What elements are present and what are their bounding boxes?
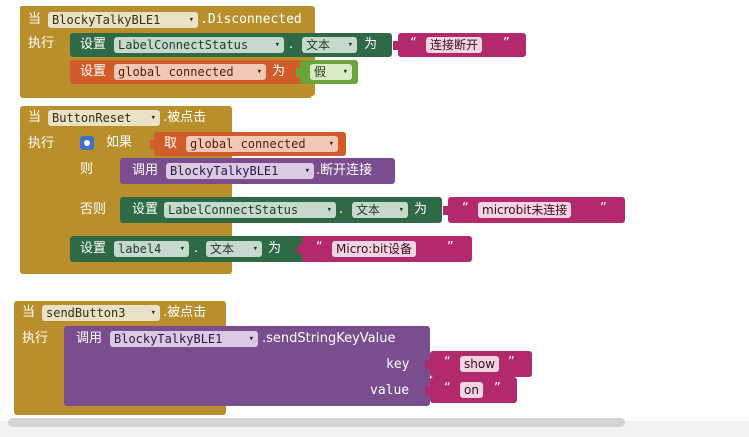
call-keyword: 调用 (76, 331, 103, 346)
if-keyword: 如果 (106, 135, 133, 150)
dot-separator: . (339, 202, 344, 217)
dropdown-value: BlockyTalkyBLE1 (170, 164, 279, 178)
dropdown-value: LabelConnectStatus (118, 38, 249, 52)
component-dropdown-sendbutton3[interactable]: sendButton3 ▾ (42, 305, 160, 321)
chevron-down-icon: ▾ (304, 166, 310, 176)
set-keyword: 设置 (80, 241, 107, 256)
event-when-label: 当 (28, 110, 42, 125)
property-dropdown-text[interactable]: 文本 ▾ (352, 202, 408, 218)
arg-label-value: value (370, 383, 410, 398)
dropdown-value: BlockyTalkyBLE1 (114, 332, 223, 346)
set-keyword: 设置 (80, 37, 107, 52)
to-keyword: 为 (268, 241, 282, 256)
dropdown-value: global connected (190, 137, 306, 151)
quote-open: “ (316, 240, 323, 255)
component-dropdown-blockytalkyble1[interactable]: BlockyTalkyBLE1 ▾ (48, 12, 198, 28)
chevron-down-icon: ▾ (248, 334, 254, 344)
property-dropdown-text[interactable]: 文本 ▾ (206, 241, 262, 257)
quote-open: “ (444, 381, 451, 396)
chevron-down-icon: ▾ (252, 244, 258, 254)
dot-separator: . (194, 241, 199, 256)
dropdown-value: 文本 (356, 203, 381, 217)
component-dropdown-blockytalkyble1[interactable]: BlockyTalkyBLE1 ▾ (166, 163, 314, 179)
horizontal-scrollbar-thumb[interactable] (8, 418, 625, 427)
event-name: .Disconnected (200, 12, 302, 27)
component-dropdown-labelconnectstatus[interactable]: LabelConnectStatus ▾ (114, 37, 284, 53)
chevron-down-icon: ▾ (150, 113, 156, 123)
dropdown-value: global connected (118, 65, 234, 79)
event-when-label: 当 (28, 12, 42, 27)
chevron-down-icon: ▾ (347, 40, 353, 50)
socket-notch (150, 140, 155, 149)
chevron-down-icon: ▾ (188, 15, 194, 25)
chevron-down-icon: ▾ (179, 244, 185, 254)
get-keyword: 取 (164, 136, 178, 151)
quote-close: ” (503, 36, 510, 51)
chevron-down-icon: ▾ (150, 308, 156, 318)
quote-close: ” (600, 201, 607, 216)
text-literal-value[interactable]: microbit未连接 (478, 202, 572, 218)
call-keyword: 调用 (132, 163, 159, 178)
property-dropdown-text[interactable]: 文本 ▾ (302, 37, 357, 53)
to-keyword: 为 (364, 37, 378, 52)
chevron-down-icon: ▾ (274, 40, 280, 50)
text-literal-value[interactable]: on (460, 382, 483, 398)
socket-notch (425, 386, 430, 395)
method-name: .断开连接 (316, 163, 373, 178)
to-keyword: 为 (272, 64, 286, 79)
dropdown-value: 文本 (210, 242, 235, 256)
event-do-label: 执行 (22, 331, 49, 346)
socket-notch (443, 206, 448, 215)
dot-separator: . (289, 37, 294, 52)
socket-notch (393, 41, 398, 50)
dropdown-value: LabelConnectStatus (168, 203, 299, 217)
text-literal-value[interactable]: 连接断开 (426, 37, 483, 53)
event-do-label: 执行 (28, 136, 55, 151)
socket-notch (425, 360, 430, 369)
dropdown-value: ButtonReset (52, 111, 132, 125)
variable-dropdown-global-connected[interactable]: global connected ▾ (114, 64, 266, 80)
socket-notch (296, 68, 301, 77)
dropdown-value: sendButton3 (46, 306, 126, 320)
dropdown-value: 假 (314, 65, 327, 79)
quote-close: ” (494, 381, 501, 396)
event-block-disconnected-notch (20, 6, 70, 10)
component-dropdown-blockytalkyble1[interactable]: BlockyTalkyBLE1 ▾ (110, 331, 258, 347)
quote-open: “ (462, 201, 469, 216)
event-name: .被点击 (163, 110, 207, 125)
socket-notch (297, 245, 302, 254)
variable-dropdown-global-connected[interactable]: global connected ▾ (186, 136, 338, 152)
to-keyword: 为 (414, 202, 428, 217)
chevron-down-icon: ▾ (326, 205, 332, 215)
quote-close: ” (447, 240, 454, 255)
event-do-label: 执行 (28, 36, 55, 51)
chevron-down-icon: ▾ (328, 139, 334, 149)
method-name: .sendStringKeyValue (262, 331, 396, 346)
dropdown-value: BlockyTalkyBLE1 (52, 13, 161, 27)
chevron-down-icon: ▾ (398, 205, 404, 215)
set-keyword: 设置 (132, 202, 159, 217)
quote-open: “ (444, 355, 451, 370)
event-name: .被点击 (163, 305, 207, 320)
chevron-down-icon: ▾ (256, 67, 262, 77)
text-literal-value[interactable]: show (460, 356, 500, 372)
chevron-down-icon: ▾ (342, 67, 348, 77)
set-keyword: 设置 (80, 64, 107, 79)
quote-open: “ (410, 36, 417, 51)
text-literal-value[interactable]: Micro:bit设备 (332, 241, 416, 257)
component-dropdown-buttonreset[interactable]: ButtonReset ▾ (48, 110, 160, 126)
quote-close: ” (508, 355, 515, 370)
dropdown-value: 文本 (306, 38, 331, 52)
then-keyword: 则 (80, 162, 94, 177)
component-dropdown-labelconnectstatus[interactable]: LabelConnectStatus ▾ (164, 202, 336, 218)
event-block-disconnected-bottom (20, 84, 312, 98)
event-when-label: 当 (22, 305, 36, 320)
dropdown-value: label4 (118, 242, 162, 256)
arg-label-key: key (386, 357, 410, 372)
gear-icon[interactable] (80, 136, 94, 150)
else-keyword: 否则 (80, 202, 107, 217)
boolean-dropdown[interactable]: 假 ▾ (310, 64, 352, 80)
component-dropdown-label4[interactable]: label4 ▾ (114, 241, 189, 257)
